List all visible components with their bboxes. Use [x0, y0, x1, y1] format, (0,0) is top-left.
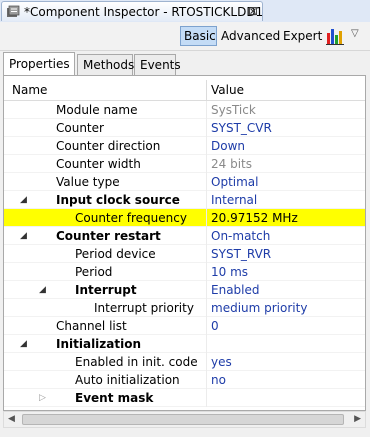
column-header-name[interactable]: Name [12, 83, 47, 97]
table-row[interactable]: Module name SysTick [4, 101, 365, 119]
property-value[interactable]: Down [211, 137, 245, 155]
property-value[interactable]: medium priority [211, 299, 307, 317]
cell-divider [206, 299, 207, 317]
cell-divider [206, 173, 207, 191]
cell-divider [206, 155, 207, 173]
property-name: Counter direction [56, 139, 161, 153]
cell-divider [206, 389, 207, 407]
property-name: Period device [75, 247, 156, 261]
table-header: Name Value [4, 80, 365, 101]
property-value[interactable]: 10 ms [211, 263, 248, 281]
property-name: Auto initialization [75, 373, 180, 387]
table-body: Module name SysTick Counter SYST_CVR Counter… [4, 101, 365, 407]
cell-divider [206, 263, 207, 281]
scroll-right-icon[interactable]: ▶ [354, 414, 361, 424]
property-name: Interrupt [75, 283, 137, 297]
table-row[interactable]: Counter SYST_CVR [4, 119, 365, 137]
tab-events[interactable]: Events [134, 54, 181, 75]
property-value[interactable]: Optimal [211, 173, 258, 191]
component-inspector-window: *Component Inspector - RTOSTICKLDD1 ⊠ Ba… [0, 0, 370, 437]
property-name: Input clock source [56, 193, 180, 207]
table-row[interactable]: ◢ Counter restart On-match [4, 227, 365, 245]
property-name: Event mask [75, 391, 154, 405]
table-row[interactable]: ◢ Interrupt Enabled [4, 281, 365, 299]
table-row[interactable]: Period 10 ms [4, 263, 365, 281]
expand-icon[interactable]: ▷ [39, 389, 46, 407]
property-value[interactable]: 24 bits [211, 155, 252, 173]
inspector-tabs: Properties Methods Events [0, 51, 370, 75]
tab-methods[interactable]: Methods [77, 54, 134, 75]
property-name: Initialization [56, 337, 142, 351]
horizontal-scrollbar[interactable]: ◀ ▶ [3, 411, 366, 428]
property-value[interactable]: On-match [211, 227, 270, 245]
toolbar: Basic Advanced Expert ▽ [0, 22, 370, 51]
title-bar: *Component Inspector - RTOSTICKLDD1 ⊠ [0, 0, 370, 22]
scroll-left-icon[interactable]: ◀ [8, 414, 15, 424]
property-value[interactable]: yes [211, 353, 232, 371]
table-row[interactable]: Counter width 24 bits [4, 155, 365, 173]
table-row[interactable]: Channel list 0 [4, 317, 365, 335]
cell-divider [206, 317, 207, 335]
cell-divider [206, 137, 207, 155]
table-row[interactable]: Enabled in init. code yes [4, 353, 365, 371]
column-divider[interactable] [206, 80, 207, 100]
expert-mode-button[interactable]: Expert [280, 26, 325, 46]
cell-divider [206, 245, 207, 263]
cell-divider [206, 353, 207, 371]
table-row[interactable]: Counter direction Down [4, 137, 365, 155]
property-name: Channel list [56, 319, 127, 333]
advanced-mode-button[interactable]: Advanced [218, 26, 283, 46]
property-value[interactable]: 0 [211, 317, 219, 335]
property-value[interactable]: no [211, 371, 226, 389]
table-row[interactable]: ◢ Initialization [4, 335, 365, 353]
property-value[interactable]: Enabled [211, 281, 260, 299]
close-icon[interactable]: ⊠ [248, 4, 258, 18]
cell-divider [206, 209, 207, 227]
window-title: *Component Inspector - RTOSTICKLDD1 [24, 5, 264, 19]
cell-divider [206, 227, 207, 245]
property-value[interactable]: SYST_RVR [211, 245, 271, 263]
table-row[interactable]: ▷ Event mask [4, 389, 365, 407]
property-value[interactable]: SYST_CVR [211, 119, 272, 137]
view-menu-icon[interactable]: ▽ [351, 28, 359, 39]
column-header-value[interactable]: Value [211, 83, 244, 97]
properties-table: Name Value Module name SysTick Counter SYST… [3, 75, 366, 411]
property-name: Module name [56, 103, 138, 117]
table-row[interactable]: Interrupt priority medium priority [4, 299, 365, 317]
cell-divider [206, 371, 207, 389]
property-name: Counter [56, 121, 104, 135]
component-inspector-icon [7, 5, 20, 17]
collapse-icon[interactable]: ◢ [20, 227, 27, 245]
property-name: Enabled in init. code [75, 355, 198, 369]
collapse-icon[interactable]: ◢ [20, 191, 27, 209]
tab-properties[interactable]: Properties [3, 52, 75, 75]
cell-divider [206, 191, 207, 209]
property-name: Counter width [56, 157, 141, 171]
table-row[interactable]: Period device SYST_RVR [4, 245, 365, 263]
collapse-icon[interactable]: ◢ [20, 335, 27, 353]
property-name: Counter frequency [75, 211, 187, 225]
property-name: Period [75, 265, 113, 279]
editor-tab[interactable]: *Component Inspector - RTOSTICKLDD1 ⊠ [1, 1, 263, 21]
property-name: Counter restart [56, 229, 161, 243]
table-row[interactable]: Auto initialization no [4, 371, 365, 389]
collapse-icon[interactable]: ◢ [39, 281, 46, 299]
table-row[interactable]: Value type Optimal [4, 173, 365, 191]
property-name: Interrupt priority [94, 301, 194, 315]
basic-mode-button[interactable]: Basic [180, 26, 217, 46]
bar-chart-icon[interactable] [326, 27, 344, 45]
cell-divider [206, 335, 207, 353]
scrollbar-thumb[interactable] [22, 414, 344, 425]
cell-divider [206, 119, 207, 137]
cell-divider [206, 281, 207, 299]
table-row[interactable]: ◢ Input clock source Internal [4, 191, 365, 209]
property-name: Value type [56, 175, 120, 189]
property-value[interactable]: 20.97152 MHz [211, 209, 298, 227]
property-value[interactable]: Internal [211, 191, 257, 209]
property-value[interactable]: SysTick [211, 101, 256, 119]
cell-divider [206, 101, 207, 119]
table-row[interactable]: Counter frequency 20.97152 MHz [4, 209, 365, 227]
